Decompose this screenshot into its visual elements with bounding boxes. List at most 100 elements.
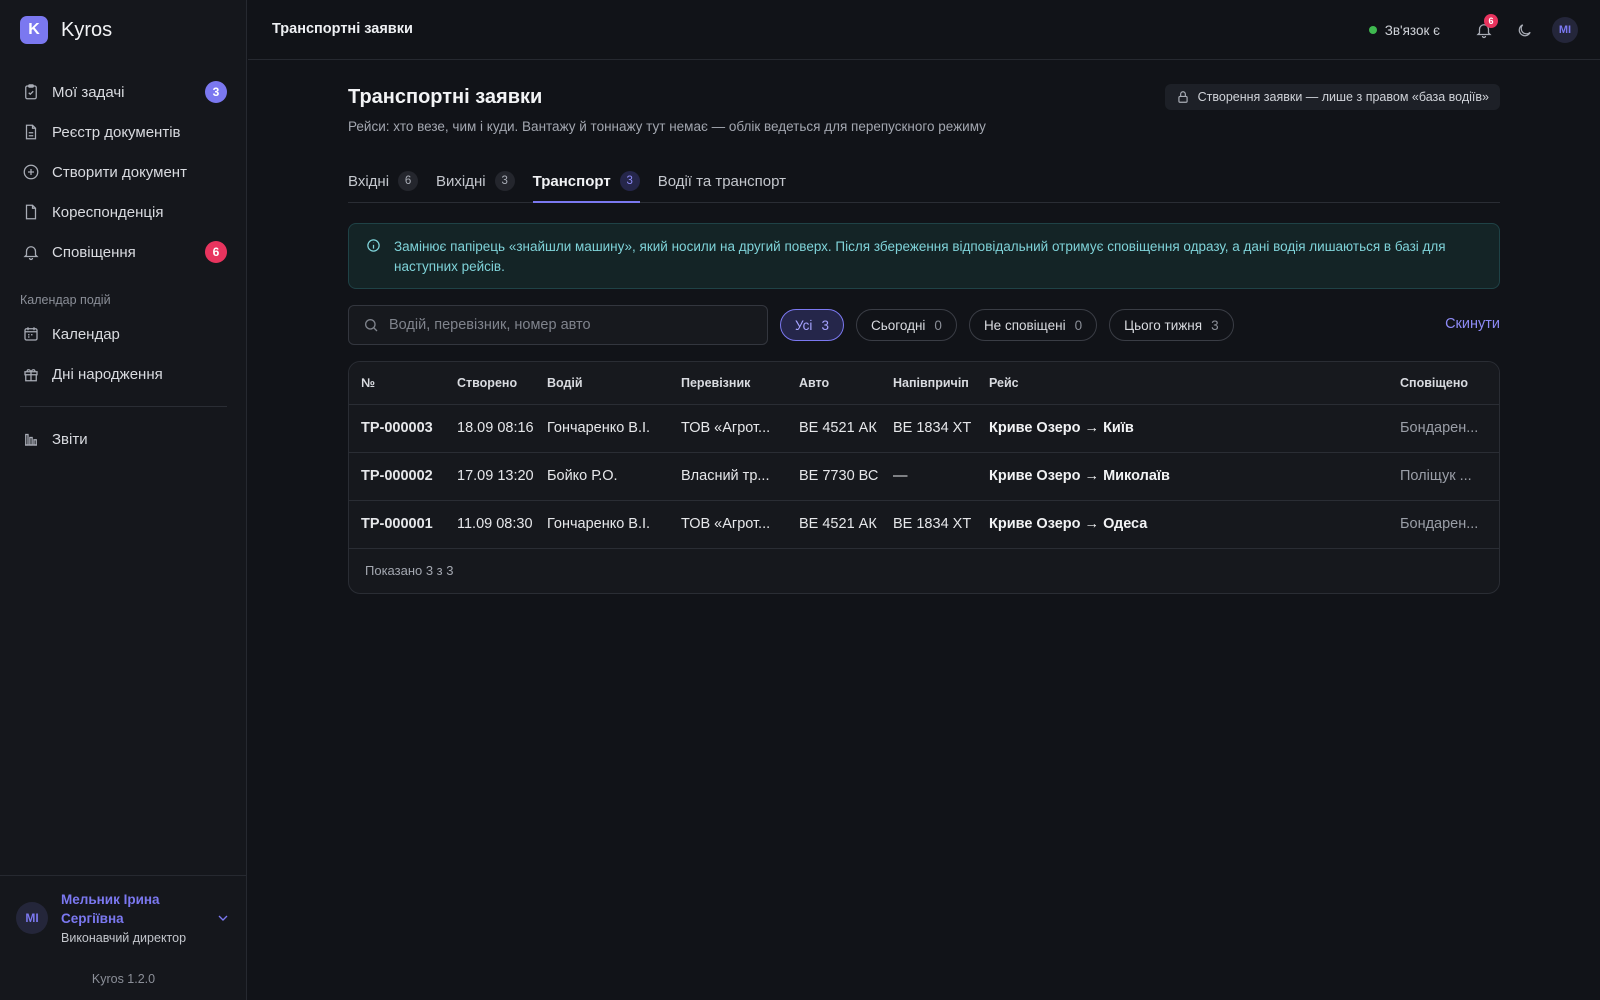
page-title: Транспортні заявки — [348, 86, 543, 108]
plus-circle-icon — [22, 163, 40, 181]
column-header-created[interactable]: Створено — [445, 362, 535, 405]
cell-route: Криве Озеро → Одеса — [977, 500, 1388, 549]
tab-label: Транспорт — [532, 172, 611, 190]
table: № Створено Водій Перевізник Авто Напівпр… — [349, 362, 1499, 549]
sidebar-item-my-tasks[interactable]: Мої задачі 3 — [0, 72, 247, 112]
column-header-trailer[interactable]: Напівпричіп — [881, 362, 977, 405]
sidebar-item-label: Звіти — [52, 430, 88, 448]
brand[interactable]: K Kyros — [20, 16, 112, 44]
column-header-driver[interactable]: Водій — [535, 362, 669, 405]
connection-status: Зв'язок є — [1384, 22, 1440, 38]
info-banner-text: Замінює папірець «знайшли машину», який … — [394, 239, 1446, 274]
tab-label: Водії та транспорт — [657, 172, 787, 190]
cell-notified: Поліщук ... — [1388, 452, 1499, 501]
user-info: Мельник Ірина Сергіївна Виконавчий дирек… — [61, 890, 215, 945]
brand-logo: K — [20, 16, 48, 44]
filter-chip-all[interactable]: Усі 3 — [780, 309, 844, 341]
sidebar-item-reports[interactable]: Звіти — [0, 419, 247, 459]
column-header-route[interactable]: Рейс — [977, 362, 1388, 405]
cell-driver: Гончаренко В.І. — [535, 404, 669, 453]
tab-count: 3 — [619, 171, 640, 191]
column-header-notified[interactable]: Сповіщено — [1388, 362, 1499, 405]
tab-label: Вихідні — [436, 172, 486, 190]
column-header-vehicle[interactable]: Авто — [787, 362, 881, 405]
tab-label: Вхідні — [348, 172, 390, 190]
sidebar-item-label: Календар — [52, 325, 120, 343]
notifications-badge: 6 — [1484, 14, 1498, 28]
sidebar: K Kyros Мої задачі 3 Реєстр документів С… — [0, 0, 247, 1000]
reset-filters-link[interactable]: Скинути — [1445, 316, 1500, 332]
table-row[interactable]: ТР-000001 11.09 08:30 Гончаренко В.І. ТО… — [349, 500, 1499, 549]
brand-name: Kyros — [61, 18, 113, 41]
sidebar-item-notifications[interactable]: Сповіщення 6 — [0, 232, 247, 272]
document-icon — [22, 123, 40, 141]
user-menu[interactable]: МІ Мельник Ірина Сергіївна Виконавчий ди… — [16, 890, 231, 945]
chip-count: 0 — [934, 317, 942, 333]
filter-chips: Усі 3 Сьогодні 0 Не сповіщені 0 Цього ти… — [780, 309, 1246, 341]
topbar-title: Транспортні заявки — [272, 21, 413, 37]
table-row[interactable]: ТР-000003 18.09 08:16 Гончаренко В.І. ТО… — [349, 404, 1499, 453]
cell-number: ТР-000003 — [349, 404, 445, 453]
sidebar-item-label: Реєстр документів — [52, 123, 181, 141]
filter-chip-this-week[interactable]: Цього тижня 3 — [1109, 309, 1234, 341]
chip-label: Цього тижня — [1124, 317, 1203, 333]
tab-drivers-and-transport[interactable]: Водії та транспорт — [658, 166, 786, 202]
user-role: Виконавчий директор — [61, 931, 187, 945]
info-icon — [366, 238, 381, 253]
sidebar-item-birthdays[interactable]: Дні народження — [0, 354, 247, 394]
tab-incoming[interactable]: Вхідні 6 — [348, 166, 419, 202]
notifications-button[interactable]: 6 — [1470, 14, 1498, 44]
filter-chip-today[interactable]: Сьогодні 0 — [855, 309, 957, 341]
search-input[interactable] — [389, 317, 749, 333]
sidebar-item-label: Дні народження — [52, 365, 163, 383]
cell-vehicle: ВЕ 4521 АК — [787, 404, 881, 453]
tab-transport[interactable]: Транспорт 3 — [532, 166, 640, 203]
cell-driver: Гончаренко В.І. — [535, 500, 669, 549]
table-row[interactable]: ТР-000002 17.09 13:20 Бойко Р.О. Власний… — [349, 452, 1499, 501]
user-avatar-button[interactable]: МІ — [1552, 17, 1578, 43]
sidebar-item-label: Сповіщення — [52, 243, 136, 261]
user-name: Мельник Ірина Сергіївна — [61, 892, 160, 926]
moon-icon — [1518, 23, 1531, 36]
sidebar-item-correspondence[interactable]: Кореспонденція — [0, 192, 247, 232]
cell-route: Криве Озеро → Київ — [977, 404, 1388, 453]
file-icon — [22, 203, 40, 221]
sidebar-item-documents-registry[interactable]: Реєстр документів — [0, 112, 247, 152]
sidebar-item-label: Кореспонденція — [52, 203, 164, 221]
filter-chip-not-notified[interactable]: Не сповіщені 0 — [968, 309, 1098, 341]
cell-carrier: ТОВ «Агрот... — [669, 500, 787, 549]
cell-notified: Бондарен... — [1388, 404, 1499, 453]
user-block: МІ Мельник Ірина Сергіївна Виконавчий ди… — [0, 875, 247, 1000]
filters-bar: Усі 3 Сьогодні 0 Не сповіщені 0 Цього ти… — [348, 305, 1500, 345]
column-header-number[interactable]: № — [349, 362, 445, 405]
sidebar-divider — [20, 406, 227, 407]
cell-carrier: Власний тр... — [669, 452, 787, 501]
cell-trailer: ВЕ 1834 ХТ — [881, 404, 977, 453]
cell-carrier: ТОВ «Агрот... — [669, 404, 787, 453]
sidebar-item-create-document[interactable]: Створити документ — [0, 152, 247, 192]
cell-created: 18.09 08:16 — [445, 404, 535, 453]
clipboard-check-icon — [22, 83, 40, 101]
tab-outgoing[interactable]: Вихідні 3 — [436, 166, 515, 202]
theme-toggle-button[interactable] — [1510, 16, 1538, 44]
connection-status-dot — [1368, 26, 1377, 34]
chevron-down-icon[interactable] — [215, 910, 231, 926]
tabs: Вхідні 6 Вихідні 3 Транспорт 3 Водії та … — [348, 166, 1500, 203]
column-header-carrier[interactable]: Перевізник — [669, 362, 787, 405]
search-icon — [363, 317, 379, 333]
cell-notified: Бондарен... — [1388, 500, 1499, 549]
sidebar-item-calendar[interactable]: Календар — [0, 314, 247, 354]
tab-count: 3 — [494, 171, 515, 191]
gift-icon — [22, 365, 40, 383]
sidebar-section-calendar: Календар подій — [20, 293, 111, 307]
cell-route: Криве Озеро → Миколаїв — [977, 452, 1388, 501]
topbar-actions: Зв'язок є 6 МІ — [1368, 14, 1578, 44]
transport-requests-table: № Створено Водій Перевізник Авто Напівпр… — [348, 361, 1500, 594]
chip-label: Сьогодні — [870, 317, 926, 333]
topbar: Транспортні заявки Зв'язок є 6 МІ — [248, 0, 1600, 60]
sidebar-nav: Мої задачі 3 Реєстр документів Створити … — [0, 72, 247, 459]
chip-label: Усі — [795, 317, 813, 333]
chip-count: 3 — [1211, 317, 1219, 333]
page-subtitle: Рейси: хто везе, чим і куди. Вантажу й т… — [348, 119, 986, 134]
calendar-icon — [22, 325, 40, 343]
